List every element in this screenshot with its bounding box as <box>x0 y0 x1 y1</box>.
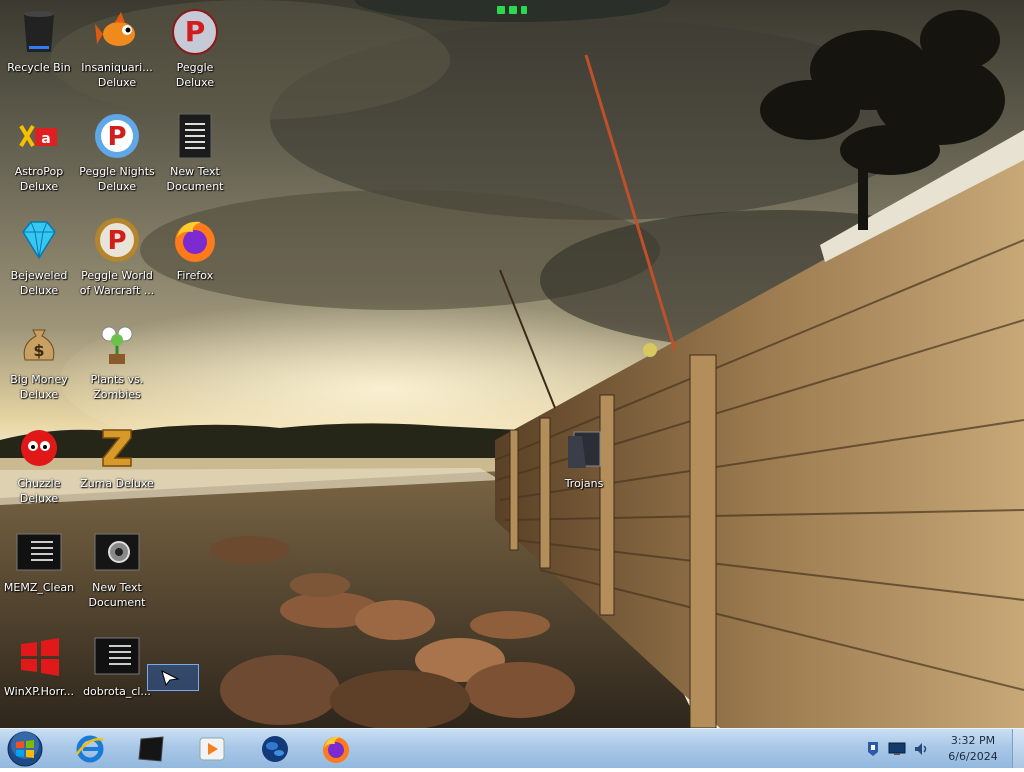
text-document-icon <box>171 112 219 160</box>
icon-label: Firefox <box>176 269 214 282</box>
icon-label: WinXP.Horr... <box>4 685 74 698</box>
desktop-icon-bejeweled[interactable]: Bejeweled Deluxe <box>0 210 78 300</box>
money-bag-icon: $ <box>15 320 63 368</box>
taskbar-media-player[interactable] <box>192 732 232 766</box>
desktop-icon-peggle-deluxe[interactable]: P Peggle Deluxe <box>156 2 234 92</box>
folder-icon <box>560 424 608 472</box>
taskbar-globe[interactable] <box>255 732 295 766</box>
show-desktop-button[interactable] <box>1012 729 1024 768</box>
recycle-bin-icon <box>15 8 63 56</box>
desktop-icon-dobrota[interactable]: dobrota_cl... <box>78 626 156 716</box>
indicator-led <box>497 6 505 14</box>
icon-label: Peggle Deluxe <box>175 61 215 89</box>
gem-icon <box>15 216 63 264</box>
desktop-icon-memz-clean[interactable]: MEMZ_Clean <box>0 522 78 612</box>
svg-text:P: P <box>185 15 206 48</box>
icon-label: Trojans <box>564 477 604 490</box>
firefox-icon <box>171 216 219 264</box>
svg-text:P: P <box>107 122 126 152</box>
desktop-icon-big-money[interactable]: $ Big Money Deluxe <box>0 314 78 404</box>
desktop-icon-plants-vs-zombies[interactable]: Plants vs. Zombies <box>78 314 156 404</box>
icon-label: Plants vs. Zombies <box>90 373 144 401</box>
windows-start-orb-icon <box>7 731 43 767</box>
indicator-led <box>509 6 517 14</box>
internet-explorer-icon <box>75 735 104 763</box>
icon-label: MEMZ_Clean <box>3 581 75 594</box>
chuzzle-icon <box>15 424 63 472</box>
icon-label: Bejeweled Deluxe <box>10 269 68 297</box>
astropop-icon: a <box>15 112 63 160</box>
desktop-icon-firefox[interactable]: Firefox <box>156 210 234 300</box>
desktop-icon-winxp-horror[interactable]: WinXP.Horr... <box>0 626 78 716</box>
desktop-icon-insaniquarium[interactable]: Insaniquari... Deluxe <box>78 2 156 92</box>
start-button[interactable] <box>6 730 44 768</box>
indicator-led <box>521 6 527 14</box>
desktop-icon-recycle-bin[interactable]: Recycle Bin <box>0 2 78 92</box>
svg-text:$: $ <box>33 341 44 360</box>
system-tray <box>864 737 930 761</box>
icon-label: New Text Document <box>88 581 146 609</box>
icon-label: Chuzzle Deluxe <box>17 477 61 505</box>
globe-icon <box>262 736 288 762</box>
peggle-nights-icon: P <box>93 112 141 160</box>
console-app-icon <box>93 632 141 680</box>
media-player-icon <box>199 737 225 761</box>
desktop-icon-zuma[interactable]: Zuma Deluxe <box>78 418 156 508</box>
peggle-wow-icon: P <box>93 216 141 264</box>
cog-document-icon <box>93 528 141 576</box>
taskbar-console[interactable] <box>130 732 170 766</box>
taskbar: 3:32 PM 6/6/2024 <box>0 728 1024 768</box>
taskbar-firefox[interactable] <box>316 732 356 766</box>
console-window-icon <box>138 736 164 762</box>
icon-label: Recycle Bin <box>7 61 71 74</box>
desktop-icon-chuzzle[interactable]: Chuzzle Deluxe <box>0 418 78 508</box>
firefox-icon <box>323 736 349 763</box>
icon-label: Zuma Deluxe <box>80 477 154 490</box>
selection-rectangle <box>147 664 199 691</box>
icon-label: dobrota_cl... <box>83 685 151 698</box>
desktop-icon-trojans[interactable]: Trojans <box>545 418 623 508</box>
volume-icon[interactable] <box>912 740 930 758</box>
desktop-icon-peggle-world-of-warcraft[interactable]: P Peggle World of Warcraft ... <box>78 210 156 300</box>
icon-label: Peggle World of Warcraft ... <box>79 269 155 297</box>
console-app-icon <box>15 528 63 576</box>
plants-vs-zombies-icon <box>93 320 141 368</box>
icon-label: New Text Document <box>166 165 224 193</box>
peggle-icon: P <box>171 8 219 56</box>
svg-text:a: a <box>41 131 50 147</box>
desktop-icon-astropop[interactable]: a AstroPop Deluxe <box>0 106 78 196</box>
action-center-icon[interactable] <box>864 740 882 758</box>
mouse-pointer-icon <box>161 670 180 687</box>
icon-label: Peggle Nights Deluxe <box>79 165 155 193</box>
icon-label: Insaniquari... Deluxe <box>81 61 153 89</box>
icon-label: AstroPop Deluxe <box>14 165 64 193</box>
desktop-icon-new-text-document-2[interactable]: New Text Document <box>78 522 156 612</box>
desktop-icon-new-text-document[interactable]: New Text Document <box>156 106 234 196</box>
zuma-icon <box>93 424 141 472</box>
taskbar-clock[interactable]: 3:32 PM 6/6/2024 <box>936 733 1010 765</box>
clock-date: 6/6/2024 <box>948 750 998 763</box>
clock-time: 3:32 PM <box>950 734 996 747</box>
icon-label: Big Money Deluxe <box>10 373 68 401</box>
windows-flag-icon <box>15 632 63 680</box>
svg-text:P: P <box>107 226 126 256</box>
desktop-icon-peggle-nights[interactable]: P Peggle Nights Deluxe <box>78 106 156 196</box>
goldfish-icon <box>93 8 141 56</box>
network-monitor-icon[interactable] <box>888 740 906 758</box>
taskbar-internet-explorer[interactable] <box>70 732 110 766</box>
